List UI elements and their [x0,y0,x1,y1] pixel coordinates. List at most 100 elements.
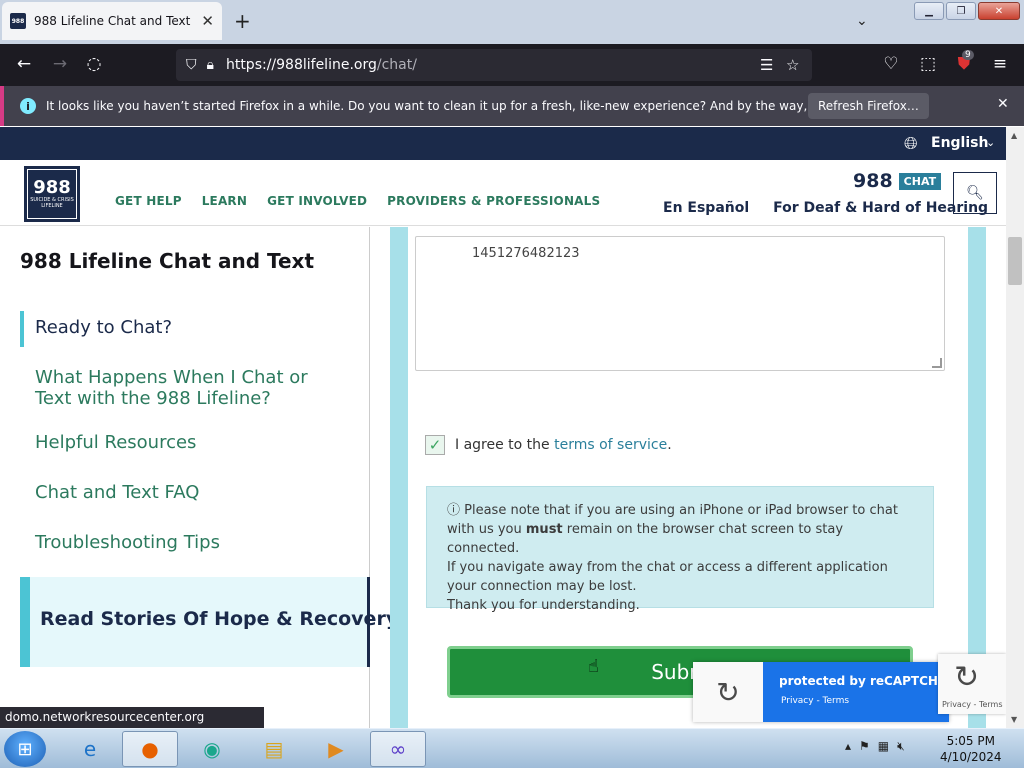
chat-number: 988 [853,170,893,192]
terms-agreement: ✓ I agree to the terms of service. [425,435,672,455]
pocket-icon[interactable]: ♡ [873,54,909,74]
extension-badge: 9 [962,50,974,60]
recaptcha-mini-badge[interactable]: ↻ Privacy - Terms [938,654,1006,714]
scroll-down-icon[interactable]: ▼ [1011,715,1017,724]
recaptcha-badge[interactable]: ↻ protected by reCAPTCHA Privacy - Terms [693,662,949,722]
logo-number: 988 [33,177,71,198]
chat-form: 1451276482123 ✓ I agree to the terms of … [408,227,968,728]
nav-get-involved[interactable]: GET INVOLVED [267,194,367,208]
start-button[interactable]: ⊞ [4,731,46,767]
reader-view-icon[interactable]: ☰ [760,56,773,74]
site-header: 988 SUICIDE & CRISIS LIFELINE GET HELP L… [0,160,1006,226]
sidebar-title: 988 Lifeline Chat and Text [20,249,315,273]
tracking-shield-icon[interactable]: ⛉ [186,57,197,73]
window-close-icon[interactable]: ✕ [978,2,1020,20]
sidebar-item-helpful-resources[interactable]: Helpful Resources [35,432,335,453]
espanol-link[interactable]: En Español [663,200,749,216]
nav-get-help[interactable]: GET HELP [115,194,182,208]
sidebar: 988 Lifeline Chat and Text Ready to Chat… [0,227,398,728]
tray-expand-icon[interactable]: ▴ [845,739,851,754]
list-tabs-icon[interactable]: ⌄ [856,13,868,29]
notice-line-2: If you navigate away from the chat or ac… [447,560,888,594]
recaptcha-privacy-terms[interactable]: Privacy - Terms [781,696,849,706]
clock[interactable]: 5:05 PM 4/10/2024 [940,733,1002,765]
url-bar[interactable]: ⛉ 🔒︎ https://988lifeline.org/chat/ ☰ ☆ [176,49,812,81]
lock-icon[interactable]: 🔒︎ [207,57,214,73]
refresh-notification: i It looks like you haven’t started Fire… [0,86,1024,126]
notice-line-3: Thank you for understanding. [447,598,640,613]
chevron-down-icon[interactable]: ⌄ [986,136,995,149]
scroll-thumb[interactable] [1008,237,1022,285]
tab-title: 988 Lifeline Chat and Text - 988 [34,14,193,28]
chat-form-column: 1451276482123 ✓ I agree to the terms of … [390,227,986,728]
menu-icon[interactable]: ≡ [982,54,1018,74]
extensions-icon[interactable]: ⬚ [910,54,946,74]
volume-muted-icon[interactable]: 🔇︎ [897,739,905,754]
chat-badge: CHAT [898,172,942,190]
clock-date: 4/10/2024 [940,750,1002,764]
clock-time: 5:05 PM [946,734,995,748]
loading-icon[interactable]: ◌ [76,54,112,74]
site-favicon: 988 [10,13,26,29]
firefox-icon[interactable]: ● [122,731,178,767]
sidebar-item-ready-to-chat[interactable]: Ready to Chat? [35,317,335,338]
recaptcha-mini-icon: ↻ [954,660,980,695]
terms-of-service-link[interactable]: terms of service [554,437,667,453]
nav-learn[interactable]: LEARN [202,194,247,208]
bookmark-star-icon[interactable]: ☆ [786,56,799,74]
recaptcha-protected-text: protected by reCAPTCHA [779,674,948,688]
stories-label: Read Stories Of Hope & Recovery [40,608,399,630]
scroll-up-icon[interactable]: ▲ [1011,131,1017,140]
terms-checkbox[interactable]: ✓ [425,435,445,455]
taskbar: ⊞ e ● ◉ ▤ ▶ ∞ ▴ ⚑ ▦ 🔇︎ 5:05 PM 4/10/2024 [0,728,1024,768]
new-tab-icon[interactable]: + [234,10,251,32]
remote-app-icon[interactable]: ∞ [370,731,426,767]
site-logo[interactable]: 988 SUICIDE & CRISIS LIFELINE [24,166,80,222]
textarea-value: 1451276482123 [472,246,580,261]
browser-tab[interactable]: 988 988 Lifeline Chat and Text - 988 ✕ [2,2,222,40]
stories-link[interactable]: Read Stories Of Hope & Recovery [20,577,398,667]
sidebar-item-troubleshooting[interactable]: Troubleshooting Tips [35,532,335,553]
minimize-icon[interactable]: ▁ [914,2,944,20]
recaptcha-icon: ↻ [693,662,763,722]
navigation-toolbar: ← → ◌ ⛉ 🔒︎ https://988lifeline.org/chat/… [0,44,1024,86]
system-tray: ▴ ⚑ ▦ 🔇︎ [845,739,905,754]
file-explorer-icon[interactable]: ▤ [246,731,302,767]
app-icon[interactable]: ◉ [184,731,240,767]
sidebar-item-faq[interactable]: Chat and Text FAQ [35,482,335,503]
close-notification-icon[interactable]: ✕ [997,96,1009,112]
mouse-cursor-icon: ☝ [588,656,599,677]
language-bar: 🌐︎ English ⌄ [0,127,1006,160]
page-scrollbar[interactable]: ▲ ▼ [1006,127,1024,728]
close-tab-icon[interactable]: ✕ [201,12,214,30]
notification-message: It looks like you haven’t started Firefo… [46,99,902,113]
secondary-links: En Español For Deaf & Hard of Hearing [663,200,988,216]
nav-providers[interactable]: PROVIDERS & PROFESSIONALS [387,194,600,208]
search-icon: 🔍︎ [966,185,984,201]
message-textarea[interactable]: 1451276482123 [415,236,945,371]
resize-handle-icon[interactable] [932,358,942,368]
logo-text: SUICIDE & CRISIS LIFELINE [30,197,74,209]
recaptcha-mini-privacy-terms[interactable]: Privacy - Terms [942,700,1003,709]
flag-icon[interactable]: ⚑ [859,739,870,754]
network-icon[interactable]: ▦ [878,739,889,754]
status-url: domo.networkresourcecenter.org [0,707,264,728]
internet-explorer-icon[interactable]: e [62,731,118,767]
media-player-icon[interactable]: ▶ [308,731,364,767]
info-icon: i [20,98,36,114]
sidebar-item-what-happens[interactable]: What Happens When I Chat or Text with th… [35,367,335,409]
globe-icon: 🌐︎ [904,134,918,154]
search-button[interactable]: 🔍︎ [953,172,997,214]
chat-link[interactable]: 988 CHAT [853,170,942,192]
notice-line-1: ⓘ Please note that if you are using an i… [447,503,898,556]
maximize-icon[interactable]: ❐ [946,2,976,20]
refresh-firefox-button[interactable]: Refresh Firefox… [808,93,929,119]
window-controls: ▁ ❐ ✕ [914,2,1020,20]
url-text[interactable]: https://988lifeline.org/chat/ [226,57,417,73]
back-icon[interactable]: ← [6,54,42,74]
forward-icon[interactable]: → [42,54,78,74]
tab-bar: 988 988 Lifeline Chat and Text - 988 ✕ +… [0,0,1024,44]
active-indicator [20,311,24,347]
agree-text: I agree to the terms of service. [455,437,672,453]
language-selector[interactable]: English [931,135,988,151]
